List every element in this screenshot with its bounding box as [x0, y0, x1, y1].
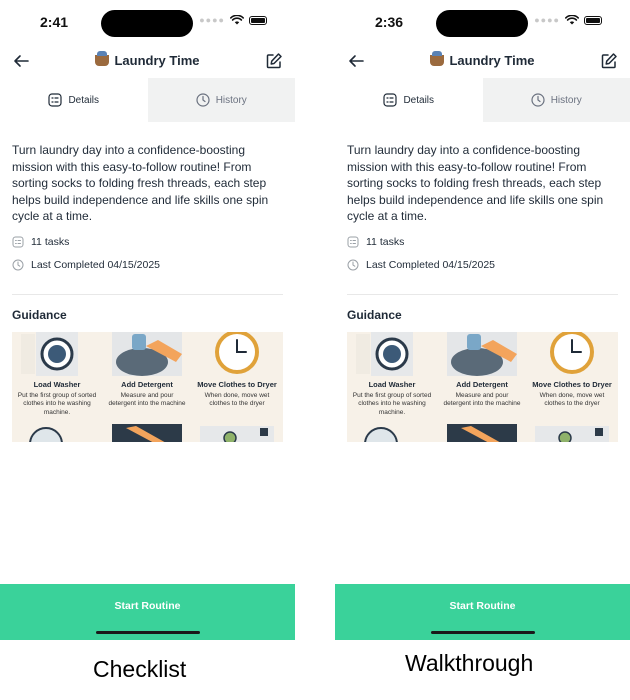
- routine-description: Turn laundry day into a confidence-boost…: [12, 143, 269, 224]
- guidance-image[interactable]: Load Washer Put the first group of sorte…: [347, 332, 618, 442]
- clock-illustration: [215, 332, 259, 374]
- page-title: Laundry Time: [335, 51, 630, 68]
- wifi-icon: [230, 15, 244, 25]
- guidance-step-desc: When done, move wet clothes to the dryer: [204, 392, 270, 408]
- washer-illustration: [21, 332, 78, 376]
- dryer-illustration: [200, 426, 274, 442]
- detergent-illustration: [447, 332, 517, 376]
- guidance-step: Load Washer Put the first group of sorte…: [347, 332, 437, 442]
- guidance-step-desc: Measure and pour detergent into the mach…: [443, 392, 521, 408]
- phone-screen-checklist: 2:41 ●●●● Laundry Time Details History T…: [0, 0, 295, 640]
- tab-details[interactable]: Details: [0, 78, 148, 122]
- divider: [12, 294, 283, 295]
- clock-icon: [347, 259, 359, 271]
- laundry-basket-icon: [95, 51, 110, 66]
- start-routine-label: Start Routine: [114, 600, 181, 612]
- guidance-step: Load Washer Put the first group of sorte…: [12, 332, 102, 442]
- guidance-step-title: Load Washer: [33, 380, 81, 389]
- screen-caption: Walkthrough: [405, 650, 534, 676]
- dynamic-island: [101, 10, 193, 37]
- start-routine-label: Start Routine: [449, 600, 516, 612]
- guidance-step-title: Move Clothes to Dryer: [532, 380, 612, 389]
- guidance-step-title: Load Washer: [368, 380, 416, 389]
- guidance-heading: Guidance: [347, 308, 402, 322]
- edit-icon[interactable]: [265, 52, 283, 70]
- checklist-icon: [383, 93, 398, 107]
- clock-icon: [12, 259, 24, 271]
- system-icons: ●●●●: [534, 15, 602, 25]
- guidance-step: Move Clothes to Dryer When done, move we…: [527, 332, 617, 442]
- tab-bar: Details History: [0, 78, 295, 122]
- system-icons: ●●●●: [199, 15, 267, 25]
- guidance-step: Add Detergent Measure and pour detergent…: [437, 332, 527, 442]
- guidance-step-desc: Measure and pour detergent into the mach…: [108, 392, 186, 408]
- clock-illustration: [550, 332, 594, 374]
- tab-history-label: History: [215, 94, 247, 106]
- guidance-step-desc: Put the first group of sorted clothes in…: [352, 392, 432, 416]
- last-completed-row: Last Completed 04/15/2025: [347, 259, 495, 271]
- tasks-count: 11 tasks: [366, 236, 405, 248]
- washer-illustration: [356, 332, 413, 376]
- tasks-count: 11 tasks: [31, 236, 70, 248]
- guidance-step-title: Move Clothes to Dryer: [197, 380, 277, 389]
- washer-door-illustration: [29, 427, 63, 442]
- dryer-illustration: [112, 424, 182, 442]
- tasks-count-row: 11 tasks: [347, 236, 404, 248]
- nav-bar: Laundry Time: [0, 46, 295, 78]
- guidance-step: Move Clothes to Dryer When done, move we…: [192, 332, 282, 442]
- edit-icon[interactable]: [600, 52, 618, 70]
- status-bar: 2:41 ●●●●: [0, 0, 295, 44]
- tab-details-label: Details: [403, 94, 435, 106]
- tab-history[interactable]: History: [147, 78, 295, 122]
- battery-icon: [584, 15, 602, 25]
- start-routine-button[interactable]: Start Routine: [0, 584, 295, 640]
- tab-details-label: Details: [68, 94, 100, 106]
- laundry-basket-icon: [430, 51, 445, 66]
- home-indicator: [431, 631, 535, 634]
- guidance-image[interactable]: Load Washer Put the first group of sorte…: [12, 332, 283, 442]
- guidance-step-title: Add Detergent: [456, 380, 508, 389]
- page-title: Laundry Time: [0, 51, 295, 68]
- start-routine-button[interactable]: Start Routine: [335, 584, 630, 640]
- checklist-icon: [48, 93, 63, 107]
- dynamic-island: [436, 10, 528, 37]
- tab-history[interactable]: History: [482, 78, 630, 122]
- washer-door-illustration: [364, 427, 398, 442]
- status-time: 2:41: [40, 14, 69, 30]
- guidance-step-title: Add Detergent: [121, 380, 173, 389]
- wifi-icon: [565, 15, 579, 25]
- page-title-text: Laundry Time: [449, 53, 535, 68]
- battery-icon: [249, 15, 267, 25]
- signal-icon: ●●●●: [534, 15, 560, 25]
- page-title-text: Laundry Time: [114, 53, 200, 68]
- dryer-illustration: [447, 424, 517, 442]
- task-list-icon: [347, 236, 359, 248]
- tab-details[interactable]: Details: [335, 78, 483, 122]
- nav-bar: Laundry Time: [335, 46, 630, 78]
- task-list-icon: [12, 236, 24, 248]
- detergent-illustration: [112, 332, 182, 376]
- last-completed: Last Completed 04/15/2025: [31, 259, 161, 271]
- guidance-step: Add Detergent Measure and pour detergent…: [102, 332, 192, 442]
- screen-caption: Checklist: [93, 656, 187, 682]
- status-time: 2:36: [375, 14, 404, 30]
- phone-screen-walkthrough: 2:36 ●●●● Laundry Time Details History T…: [335, 0, 630, 640]
- last-completed-row: Last Completed 04/15/2025: [12, 259, 160, 271]
- status-bar: 2:36 ●●●●: [335, 0, 630, 44]
- divider: [347, 294, 618, 295]
- last-completed: Last Completed 04/15/2025: [366, 259, 496, 271]
- dryer-illustration: [535, 426, 609, 442]
- signal-icon: ●●●●: [199, 15, 225, 25]
- guidance-step-desc: Put the first group of sorted clothes in…: [17, 392, 97, 416]
- tab-bar: Details History: [335, 78, 630, 122]
- clock-icon: [531, 93, 545, 107]
- guidance-heading: Guidance: [12, 308, 67, 322]
- tab-history-label: History: [550, 94, 582, 106]
- home-indicator: [96, 631, 200, 634]
- routine-description: Turn laundry day into a confidence-boost…: [347, 143, 604, 224]
- tasks-count-row: 11 tasks: [12, 236, 69, 248]
- clock-icon: [196, 93, 210, 107]
- guidance-step-desc: When done, move wet clothes to the dryer: [539, 392, 605, 408]
